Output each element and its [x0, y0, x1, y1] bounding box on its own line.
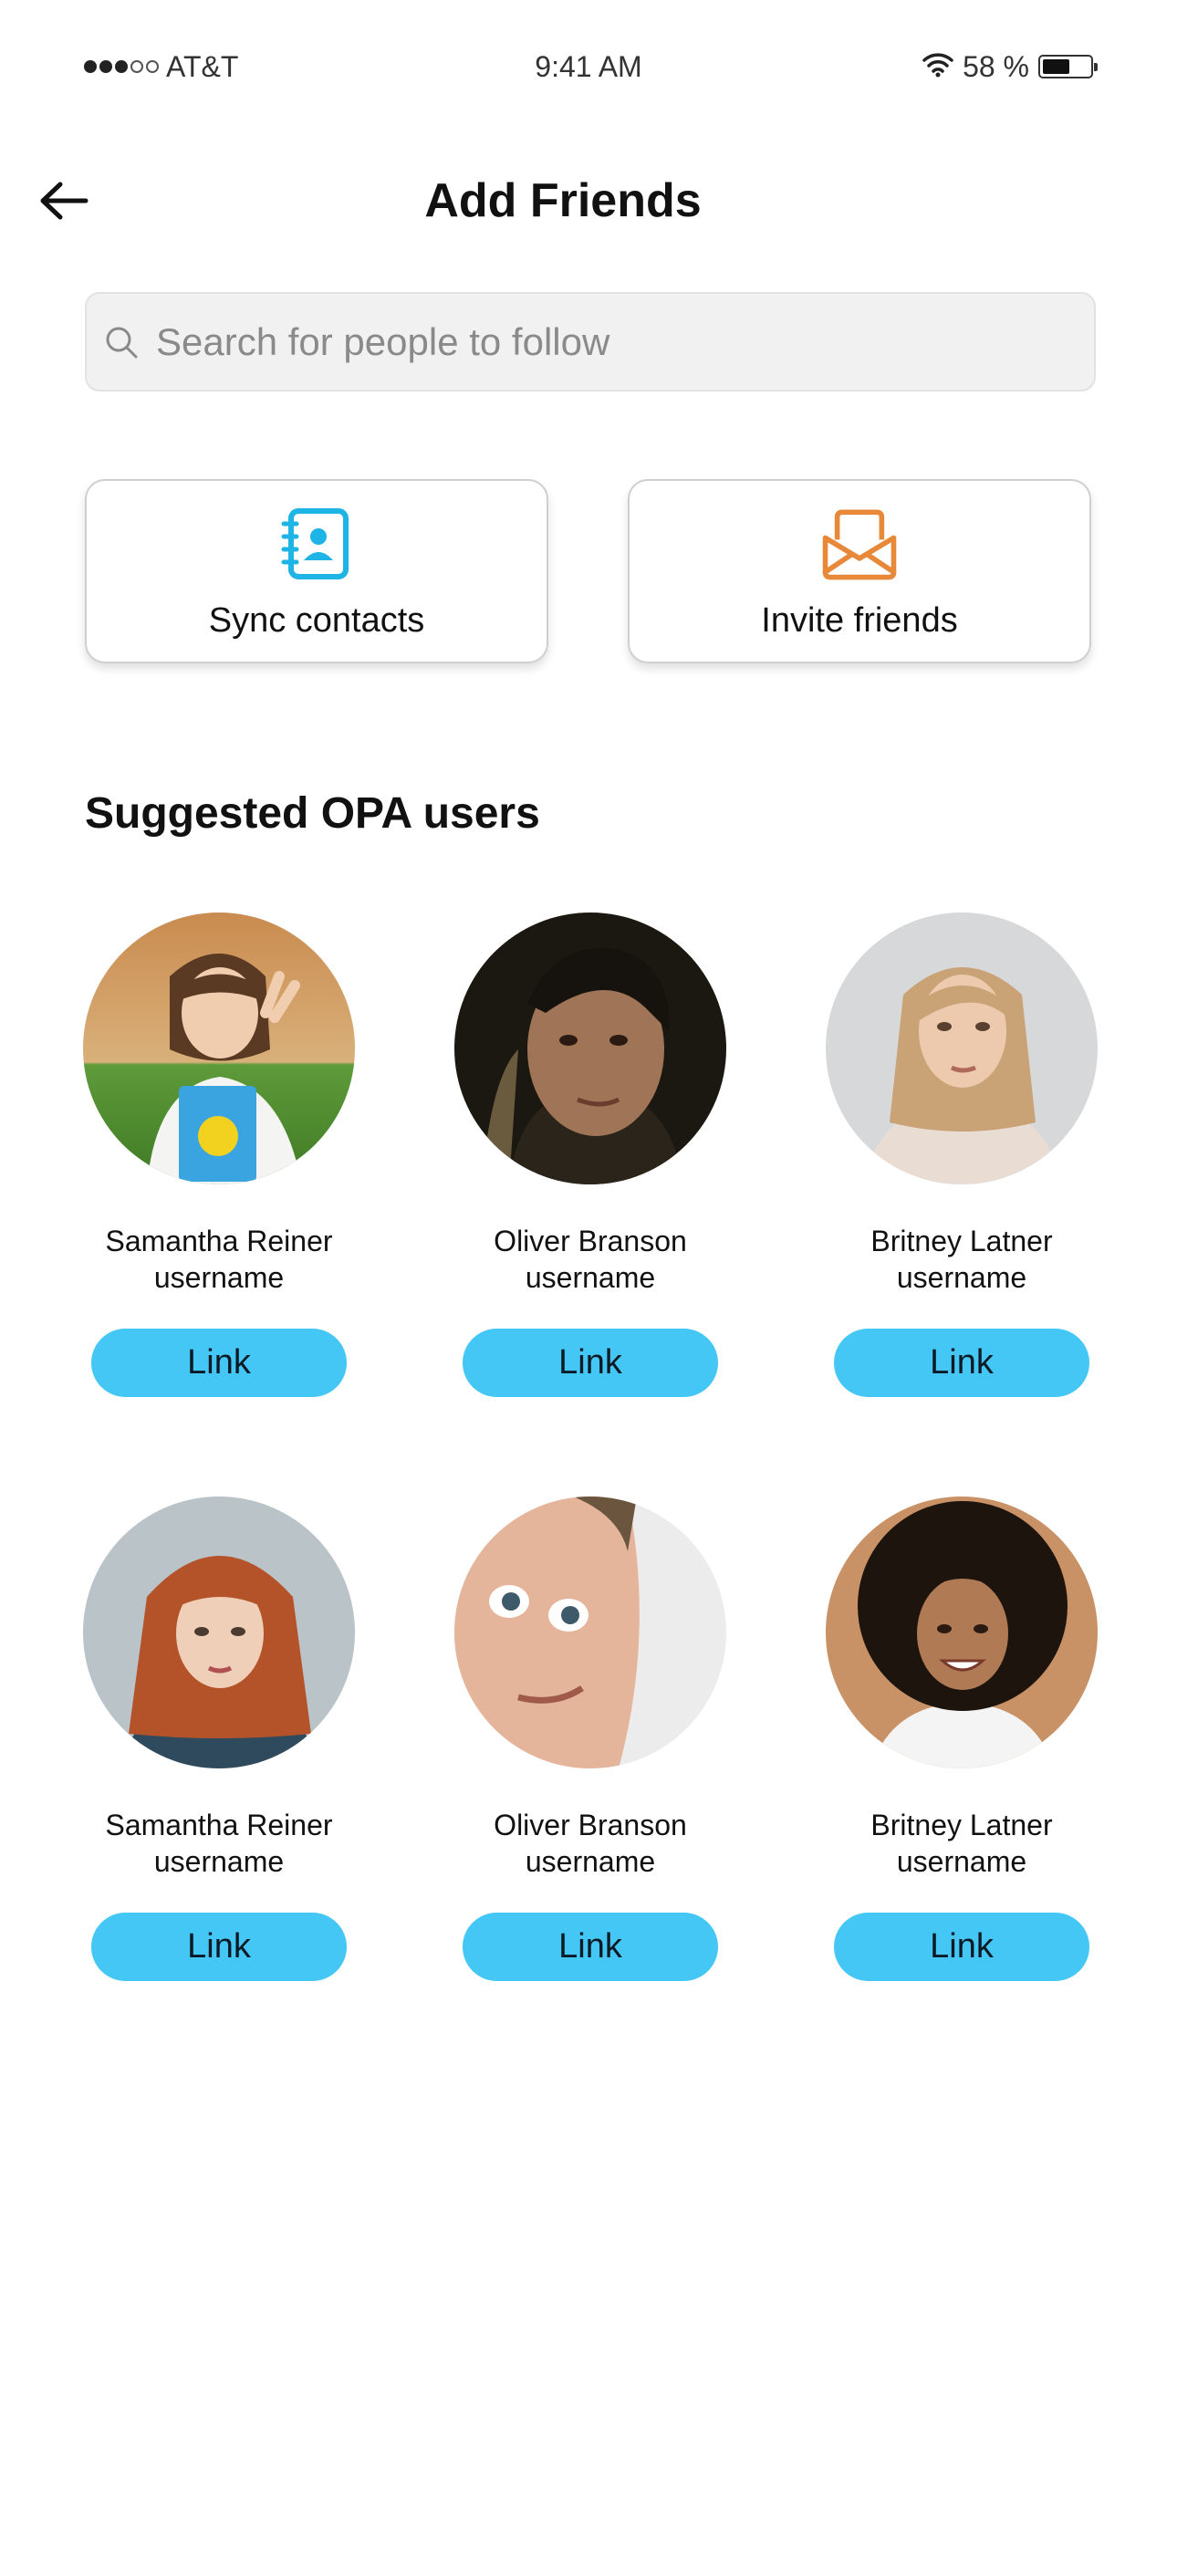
page-title: Add Friends [424, 174, 702, 227]
search-input[interactable] [156, 319, 1068, 364]
battery-percent: 58 % [963, 49, 1029, 83]
battery-level-fill [1043, 59, 1069, 74]
user-card: Britney Latner username Link [825, 1497, 1099, 1981]
avatar[interactable] [826, 1497, 1098, 1768]
user-username: username [896, 1261, 1027, 1294]
invite-friends-button[interactable]: Invite friends [628, 479, 1091, 663]
user-name: Britney Latner [870, 1225, 1053, 1257]
user-card: Oliver Branson username Link [453, 1497, 727, 1981]
user-name: Britney Latner [870, 1809, 1053, 1841]
user-name: Samantha Reiner [105, 1225, 333, 1257]
user-username: username [153, 1261, 285, 1294]
wifi-icon [922, 52, 953, 82]
search-icon [103, 324, 140, 360]
user-username: username [153, 1845, 285, 1878]
link-button[interactable]: Link [91, 1913, 347, 1981]
link-button[interactable]: Link [834, 1329, 1089, 1397]
contact-book-icon [276, 503, 358, 585]
add-friends-screen: AT&T 9:41 AM 58 % Add Friends Search for… [0, 0, 1177, 2576]
user-name: Oliver Branson [494, 1225, 687, 1257]
avatar[interactable] [454, 913, 726, 1184]
user-name: Samantha Reiner [105, 1809, 333, 1841]
sync-contacts-button[interactable]: Sync contacts [85, 479, 548, 663]
link-button[interactable]: Link [463, 1913, 718, 1981]
user-username: username [525, 1261, 656, 1294]
status-right: 58 % [922, 44, 1098, 89]
avatar[interactable] [454, 1497, 726, 1768]
avatar[interactable] [83, 913, 355, 1184]
invite-friends-label: Invite friends [761, 601, 958, 640]
avatar[interactable] [826, 913, 1098, 1184]
user-card: Britney Latner username Link [825, 913, 1099, 1397]
envelope-open-icon [818, 503, 901, 585]
user-username: username [896, 1845, 1027, 1878]
search-bar[interactable] [85, 292, 1096, 391]
user-card: Samantha Reiner username Link [82, 913, 356, 1397]
suggested-users-title: Suggested OPA users [85, 789, 540, 838]
user-username: username [525, 1845, 656, 1878]
avatar[interactable] [83, 1497, 355, 1768]
link-button[interactable]: Link [834, 1913, 1089, 1981]
sync-contacts-label: Sync contacts [208, 601, 425, 640]
user-name: Oliver Branson [494, 1809, 687, 1841]
link-button[interactable]: Link [91, 1329, 347, 1397]
link-button[interactable]: Link [463, 1329, 718, 1397]
battery-icon [1038, 55, 1098, 78]
user-card: Samantha Reiner username Link [82, 1497, 356, 1981]
user-card: Oliver Branson username Link [453, 913, 727, 1397]
status-bar: AT&T 9:41 AM 58 % [0, 44, 1177, 89]
